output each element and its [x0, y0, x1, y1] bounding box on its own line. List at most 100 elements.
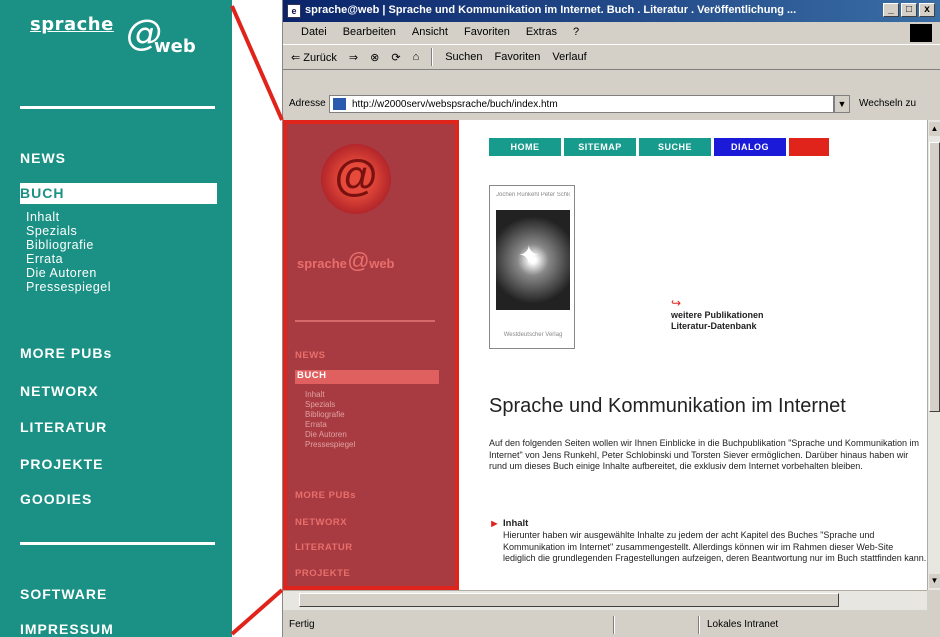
nav-more-pubs[interactable]: MORE PUBs — [20, 345, 112, 361]
address-dropdown-icon[interactable]: ▼ — [834, 95, 850, 113]
address-input[interactable]: http://w2000serv/webspsrache/buch/index.… — [329, 95, 834, 113]
at-sign-logo-icon: @ — [321, 144, 391, 214]
menu-ansicht[interactable]: Ansicht — [412, 26, 448, 42]
book-publisher: Westdeutscher Verlag — [503, 332, 563, 338]
menu-favoriten[interactable]: Favoriten — [464, 26, 510, 42]
refresh-button[interactable]: ⟳ — [391, 51, 400, 64]
topnav-extra[interactable] — [789, 138, 829, 156]
page-title: Sprache und Kommunikation im Internet — [489, 395, 846, 417]
top-nav: HOME SITEMAP SUCHE DIALOG — [489, 138, 829, 156]
page-logo-word1: sprache — [297, 256, 347, 271]
bullet-arrow-icon: ► — [489, 518, 500, 530]
page-viewport[interactable]: @ sprache@web NEWS BUCH Inhalt Spezials … — [283, 120, 927, 590]
browser-window: e sprache@web | Sprache und Kommunikatio… — [282, 0, 940, 637]
page-nav-networx[interactable]: NETWORX — [295, 517, 347, 528]
page-nav-sub-spezials[interactable]: Spezials — [305, 400, 335, 410]
nav-projekte[interactable]: PROJEKTE — [20, 456, 103, 472]
sidebar-divider — [20, 106, 215, 109]
menu-bar: Datei Bearbeiten Ansicht Favoriten Extra… — [283, 22, 940, 42]
site-sidebar: sprache @ web NEWS BUCH Inhalt Spezials … — [0, 0, 232, 637]
status-zone: Lokales Intranet — [707, 619, 779, 630]
link-literatur-datenbank[interactable]: Literatur-Datenbank — [671, 321, 764, 332]
favorites-button[interactable]: Favoriten — [495, 51, 541, 63]
nav-software[interactable]: SOFTWARE — [20, 586, 107, 602]
compass-star-icon: ✦ — [518, 240, 540, 270]
page-sidebar: @ sprache@web NEWS BUCH Inhalt Spezials … — [283, 120, 459, 590]
book-authors: Jochen Runkehl Peter Schlobinski Torsten… — [496, 192, 570, 198]
nav-goodies[interactable]: GOODIES — [20, 491, 92, 507]
page-nav-projekte[interactable]: PROJEKTE — [295, 568, 350, 579]
nav-toolbar: ⇐ Zurück ⇒ ⊗ ⟳ ⌂ Suchen Favoriten Verlau… — [283, 44, 940, 70]
nav-sub-pressespiegel[interactable]: Pressespiegel — [26, 280, 111, 295]
maximize-button[interactable]: □ — [901, 3, 917, 17]
page-nav-news[interactable]: NEWS — [295, 350, 326, 361]
topnav-sitemap[interactable]: SITEMAP — [564, 138, 636, 156]
go-button[interactable]: Wechseln zu — [859, 98, 916, 109]
publication-links: weitere Publikationen Literatur-Datenban… — [671, 310, 764, 332]
home-button[interactable]: ⌂ — [413, 51, 420, 63]
hscroll-thumb[interactable] — [299, 593, 839, 607]
page-nav-sub-bibliografie[interactable]: Bibliografie — [305, 410, 345, 420]
topnav-dialog[interactable]: DIALOG — [714, 138, 786, 156]
vertical-scrollbar[interactable]: ▲ ▼ — [927, 120, 940, 590]
inhalt-paragraph: Hierunter haben wir ausgewählte Inhalte … — [503, 530, 927, 563]
address-value: http://w2000serv/webspsrache/buch/index.… — [352, 99, 558, 110]
close-button[interactable]: x — [919, 3, 935, 17]
nav-literatur[interactable]: LITERATUR — [20, 419, 107, 435]
browser-app-icon: e — [287, 4, 301, 18]
menu-datei[interactable]: Datei — [301, 26, 327, 42]
scroll-up-icon[interactable]: ▲ — [929, 122, 940, 136]
page-nav-more-pubs[interactable]: MORE PUBs — [295, 490, 356, 501]
nav-networx[interactable]: NETWORX — [20, 383, 99, 399]
topnav-suche[interactable]: SUCHE — [639, 138, 711, 156]
horizontal-scrollbar[interactable] — [283, 590, 927, 610]
address-bar: Adresse http://w2000serv/webspsrache/buc… — [283, 94, 940, 114]
page-nav-sub-errata[interactable]: Errata — [305, 420, 327, 430]
windows-logo-icon — [910, 24, 932, 42]
callout-line-top — [230, 5, 284, 121]
back-button[interactable]: ⇐ Zurück — [291, 51, 337, 64]
page-nav-sub-inhalt[interactable]: Inhalt — [305, 390, 325, 400]
minimize-button[interactable]: _ — [883, 3, 899, 17]
sidebar-divider — [20, 542, 215, 545]
page-sidebar-divider — [295, 320, 435, 322]
nav-sub-inhalt[interactable]: Inhalt — [26, 210, 60, 225]
page-nav-sub-pressespiegel[interactable]: Pressespiegel — [305, 440, 355, 450]
toolbar-separator — [431, 48, 434, 66]
page-nav-buch[interactable]: BUCH — [295, 370, 439, 384]
nav-sub-errata[interactable]: Errata — [26, 252, 63, 267]
address-label: Adresse — [289, 98, 326, 109]
window-controls: _ □ x — [883, 3, 935, 17]
nav-news[interactable]: NEWS — [20, 150, 66, 166]
nav-impressum[interactable]: IMPRESSUM — [20, 621, 114, 637]
page-nav-sub-autoren[interactable]: Die Autoren — [305, 430, 347, 440]
window-titlebar[interactable]: e sprache@web | Sprache und Kommunikatio… — [283, 0, 940, 22]
search-button[interactable]: Suchen — [445, 51, 482, 63]
forward-button[interactable]: ⇒ — [349, 51, 358, 64]
nav-sub-autoren[interactable]: Die Autoren — [26, 266, 97, 281]
intro-paragraph: Auf den folgenden Seiten wollen wir Ihne… — [489, 438, 919, 471]
page-icon — [333, 98, 346, 110]
menu-help[interactable]: ? — [573, 26, 579, 42]
scroll-down-icon[interactable]: ▼ — [929, 574, 940, 588]
scroll-thumb[interactable] — [929, 142, 940, 412]
stop-button[interactable]: ⊗ — [370, 51, 379, 64]
section-inhalt-link[interactable]: Inhalt — [503, 518, 528, 529]
page-logo[interactable]: sprache@web — [297, 248, 395, 274]
nav-sub-bibliografie[interactable]: Bibliografie — [26, 238, 94, 253]
status-bar: Fertig Lokales Intranet — [283, 614, 940, 636]
page-logo-word2: web — [369, 256, 395, 271]
logo-word-web: web — [154, 36, 196, 57]
nav-sub-spezials[interactable]: Spezials — [26, 224, 77, 239]
status-text: Fertig — [289, 619, 315, 630]
nav-buch[interactable]: BUCH — [20, 183, 217, 204]
logo-word-sprache: sprache — [30, 14, 114, 35]
menu-bearbeiten[interactable]: Bearbeiten — [343, 26, 396, 42]
topnav-home[interactable]: HOME — [489, 138, 561, 156]
link-weitere-publikationen[interactable]: weitere Publikationen — [671, 310, 764, 321]
menu-extras[interactable]: Extras — [526, 26, 557, 42]
history-button[interactable]: Verlauf — [552, 51, 586, 63]
book-cover[interactable]: Jochen Runkehl Peter Schlobinski Torsten… — [489, 185, 575, 349]
page-nav-literatur[interactable]: LITERATUR — [295, 542, 353, 553]
status-divider — [698, 616, 700, 634]
